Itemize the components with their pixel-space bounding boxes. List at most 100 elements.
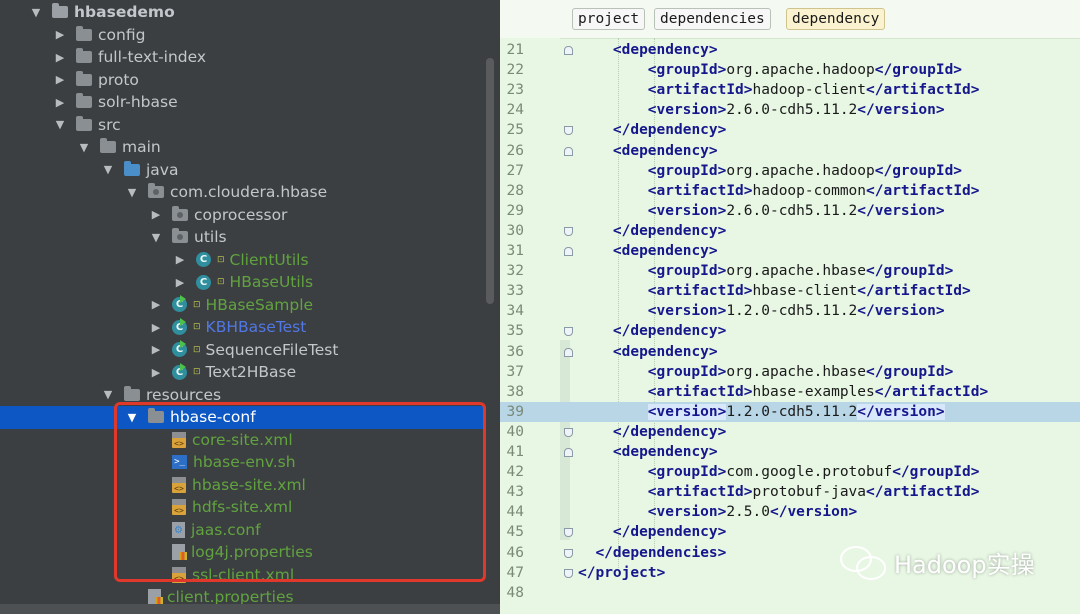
tree-item[interactable]: ▼ main bbox=[0, 136, 486, 159]
tree-item[interactable]: ▶ C ⊡ HBaseUtils bbox=[0, 271, 486, 294]
code-line[interactable]: 22 <groupId>org.apache.hadoop</groupId> bbox=[500, 60, 1080, 80]
tree-item-label: com.cloudera.hbase bbox=[170, 183, 328, 202]
code-line[interactable]: 21 <dependency> bbox=[500, 40, 1080, 60]
code-line[interactable]: 27 <groupId>org.apache.hadoop</groupId> bbox=[500, 161, 1080, 181]
tree-item[interactable]: ▶ config bbox=[0, 24, 486, 47]
line-number: 42 bbox=[506, 464, 524, 481]
breadcrumb-dependencies[interactable]: dependencies bbox=[654, 8, 771, 30]
expand-arrow-right-icon[interactable]: ▶ bbox=[150, 321, 162, 334]
code-line[interactable]: 28 <artifactId>hadoop-common</artifactId> bbox=[500, 181, 1080, 201]
code-line[interactable]: 24 <version>2.6.0-cdh5.11.2</version> bbox=[500, 100, 1080, 120]
xml-tag: </artifactId> bbox=[874, 383, 989, 400]
code-line[interactable]: 45 </dependency> bbox=[500, 522, 1080, 542]
expand-arrow-right-icon[interactable]: ▶ bbox=[150, 298, 162, 311]
fold-collapse-icon[interactable] bbox=[564, 46, 573, 55]
tree-item[interactable]: ▶ full-text-index bbox=[0, 46, 486, 69]
fold-end-icon[interactable] bbox=[564, 548, 573, 558]
line-number: 44 bbox=[506, 504, 524, 521]
tree-item[interactable]: ▶ coprocessor bbox=[0, 204, 486, 227]
expand-arrow-down-icon[interactable]: ▼ bbox=[102, 163, 114, 176]
code-line[interactable]: 34 <version>1.2.0-cdh5.11.2</version> bbox=[500, 301, 1080, 321]
fold-collapse-icon[interactable] bbox=[564, 448, 573, 457]
expand-arrow-down-icon[interactable]: ▼ bbox=[78, 141, 90, 154]
code-line[interactable]: 39 <version>1.2.0-cdh5.11.2</version> bbox=[500, 401, 1080, 422]
code-line[interactable]: 40 </dependency> bbox=[500, 422, 1080, 442]
fold-collapse-icon[interactable] bbox=[564, 146, 573, 156]
tree-item[interactable]: ▶ C ⊡ KBHBaseTest bbox=[0, 316, 486, 339]
xml-tag: </artifactId> bbox=[866, 82, 980, 99]
xml-tag: </dependency> bbox=[612, 222, 727, 239]
code-line[interactable]: 29 <version>2.6.0-cdh5.11.2</version> bbox=[500, 201, 1080, 221]
expand-arrow-down-icon[interactable]: ▼ bbox=[54, 118, 66, 131]
xml-value: org.apache.hbase bbox=[726, 263, 867, 280]
expand-arrow-right-icon[interactable]: ▶ bbox=[54, 51, 66, 64]
fold-end-icon[interactable] bbox=[564, 427, 573, 437]
fold-collapse-icon[interactable] bbox=[564, 347, 573, 357]
code-line[interactable]: 32 <groupId>org.apache.hbase</groupId> bbox=[500, 261, 1080, 281]
code-line[interactable]: 37 <groupId>org.apache.hbase</groupId> bbox=[500, 362, 1080, 382]
project-tree-scrollbar[interactable] bbox=[486, 58, 494, 304]
code-line[interactable]: 30 </dependency> bbox=[500, 221, 1080, 241]
code-line[interactable]: 26 <dependency> bbox=[500, 141, 1080, 161]
fold-end-icon[interactable] bbox=[564, 568, 573, 578]
expand-arrow-right-icon[interactable]: ▶ bbox=[150, 343, 162, 356]
line-number: 25 bbox=[506, 122, 524, 139]
code-line[interactable]: 36 <dependency> bbox=[500, 342, 1080, 362]
expand-arrow-right-icon[interactable]: ▶ bbox=[54, 96, 66, 109]
code-line[interactable]: 25 </dependency> bbox=[500, 120, 1080, 140]
tree-item[interactable]: ▼ com.cloudera.hbase bbox=[0, 181, 486, 204]
fold-end-icon[interactable] bbox=[564, 528, 573, 538]
breadcrumb-dependency[interactable]: dependency bbox=[786, 8, 886, 30]
lock-icon: ⊡ bbox=[193, 344, 201, 355]
xml-tag: </artifactId> bbox=[866, 182, 980, 199]
tree-item[interactable]: ▼ hbasedemo bbox=[0, 1, 486, 24]
code-line[interactable]: 42 <groupId>com.google.protobuf</groupId> bbox=[500, 462, 1080, 482]
tree-item[interactable]: ▶ proto bbox=[0, 69, 486, 92]
folder-icon bbox=[100, 138, 116, 154]
expand-arrow-right-icon[interactable]: ▶ bbox=[54, 73, 66, 86]
tree-item-label: main bbox=[122, 138, 161, 157]
expand-arrow-right-icon[interactable]: ▶ bbox=[150, 366, 162, 379]
code-line[interactable]: 23 <artifactId>hadoop-client</artifactId> bbox=[500, 80, 1080, 100]
expand-arrow-right-icon[interactable]: ▶ bbox=[174, 276, 186, 289]
code-line[interactable]: 44 <version>2.5.0</version> bbox=[500, 502, 1080, 522]
tree-item-label: SequenceFileTest bbox=[205, 340, 339, 359]
lock-icon: ⊡ bbox=[217, 277, 225, 288]
code-line[interactable]: 48 bbox=[500, 583, 1080, 603]
code-line[interactable]: 33 <artifactId>hbase-client</artifactId> bbox=[500, 281, 1080, 301]
line-number: 48 bbox=[506, 584, 524, 601]
xml-value: 1.2.0-cdh5.11.2 bbox=[726, 303, 858, 320]
fold-end-icon[interactable] bbox=[564, 126, 573, 136]
code-line[interactable]: 38 <artifactId>hbase-examples</artifactId… bbox=[500, 382, 1080, 402]
runnable-class-icon: C bbox=[172, 362, 187, 380]
code-line[interactable]: 41 <dependency> bbox=[500, 442, 1080, 462]
fold-collapse-icon[interactable] bbox=[564, 247, 573, 256]
tree-item[interactable]: ▼ utils bbox=[0, 226, 486, 249]
fold-end-icon[interactable] bbox=[564, 327, 573, 337]
expand-arrow-right-icon[interactable]: ▶ bbox=[150, 208, 162, 221]
breadcrumb-project[interactable]: project bbox=[572, 8, 646, 30]
watermark-text: Hadoop实操 bbox=[894, 550, 1035, 579]
expand-arrow-right-icon[interactable]: ▶ bbox=[54, 28, 66, 41]
code-line[interactable]: 35 </dependency> bbox=[500, 321, 1080, 341]
project-tree-bottom-bar bbox=[0, 604, 500, 614]
expand-arrow-down-icon[interactable]: ▼ bbox=[102, 388, 114, 401]
code-line[interactable]: 43 <artifactId>protobuf-java</artifactId> bbox=[500, 482, 1080, 502]
watermark: Hadoop实操 bbox=[838, 542, 1035, 582]
line-number: 32 bbox=[506, 263, 524, 280]
code-editor[interactable]: project dependencies dependency 21 <depen… bbox=[500, 0, 1080, 614]
tree-item[interactable]: ▶ C ⊡ SequenceFileTest bbox=[0, 339, 486, 362]
expand-arrow-right-icon[interactable]: ▶ bbox=[174, 253, 186, 266]
tree-item[interactable]: ▶ C ⊡ HBaseSample bbox=[0, 294, 486, 317]
fold-end-icon[interactable] bbox=[564, 226, 573, 236]
expand-arrow-down-icon[interactable]: ▼ bbox=[30, 6, 42, 19]
expand-arrow-down-icon[interactable]: ▼ bbox=[150, 231, 162, 244]
tree-item[interactable]: ▶ solr-hbase bbox=[0, 91, 486, 114]
expand-arrow-down-icon[interactable]: ▼ bbox=[126, 186, 138, 199]
tree-item[interactable]: ▶ C ⊡ Text2HBase bbox=[0, 361, 486, 384]
tree-item[interactable]: ▶ C ⊡ ClientUtils bbox=[0, 249, 486, 272]
tree-item[interactable]: ▼ src bbox=[0, 114, 486, 137]
tree-item[interactable]: ▼ java bbox=[0, 159, 486, 182]
code-line[interactable]: 31 <dependency> bbox=[500, 241, 1080, 261]
tree-item-label: Text2HBase bbox=[205, 363, 297, 382]
